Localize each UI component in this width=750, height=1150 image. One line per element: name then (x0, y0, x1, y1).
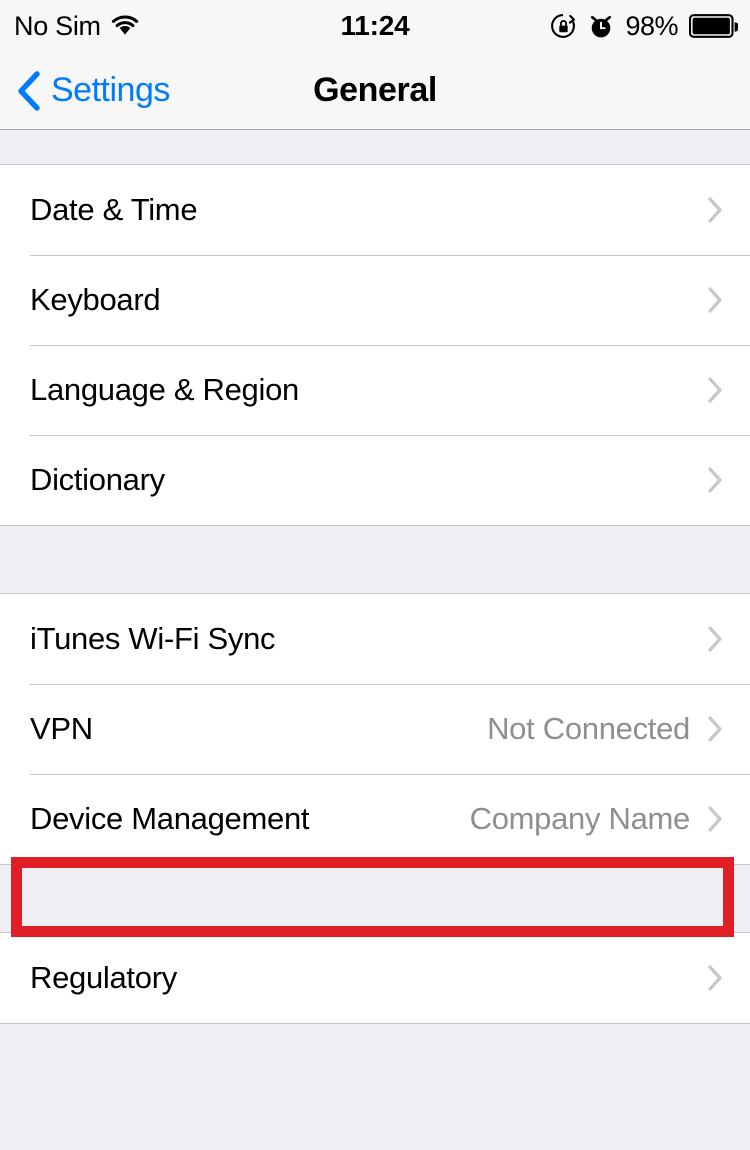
group-regulatory: Regulatory (0, 932, 750, 1024)
row-label: iTunes Wi-Fi Sync (30, 621, 276, 656)
page-title: General (313, 71, 437, 109)
clock-label: 11:24 (340, 10, 410, 41)
row-language-and-region[interactable]: Language & Region (0, 345, 750, 435)
row-accessory (690, 624, 724, 654)
row-itunes-wifi-sync[interactable]: iTunes Wi-Fi Sync (0, 594, 750, 684)
chevron-right-icon (708, 716, 722, 742)
battery-percent-label: 98% (625, 10, 678, 41)
row-regulatory[interactable]: Regulatory (0, 933, 750, 1023)
row-value: Company Name (469, 801, 691, 836)
row-accessory (690, 195, 724, 225)
iphone-screen: Restrictions Off Date & Time (0, 0, 750, 1150)
navigation-bar: Settings General (0, 52, 750, 130)
group-gap (0, 526, 750, 593)
chevron-right-icon (708, 197, 722, 223)
row-accessory (690, 963, 724, 993)
group-locale: Date & Time Keyboard Language & Region D… (0, 164, 750, 526)
chevron-right-icon (708, 467, 722, 493)
row-dictionary[interactable]: Dictionary (0, 435, 750, 525)
row-accessory: Company Name (470, 801, 724, 837)
row-date-and-time[interactable]: Date & Time (0, 165, 750, 255)
chevron-right-icon (708, 626, 722, 652)
row-keyboard[interactable]: Keyboard (0, 255, 750, 345)
settings-table: Restrictions Off Date & Time (0, 52, 750, 1024)
row-label: Date & Time (30, 192, 198, 227)
row-label: Language & Region (30, 372, 299, 407)
battery-full-icon (689, 14, 738, 38)
group-connectivity: iTunes Wi-Fi Sync VPN Not Connected Devi… (0, 593, 750, 865)
row-label: Regulatory (30, 960, 177, 995)
chevron-right-icon (708, 806, 722, 832)
row-label: Dictionary (30, 462, 165, 497)
status-bar-right: 98% (550, 0, 738, 52)
row-label: Keyboard (30, 282, 161, 317)
group-gap (0, 865, 750, 932)
chevron-right-icon (708, 965, 722, 991)
status-bar: No Sim 11:24 98% (0, 0, 750, 52)
row-label: Device Management (30, 801, 310, 836)
row-accessory: Not Connected (487, 711, 724, 747)
rotation-lock-icon (551, 13, 576, 38)
chevron-right-icon (708, 377, 722, 403)
alarm-clock-icon (591, 15, 612, 37)
row-label: VPN (30, 711, 93, 746)
row-accessory (690, 375, 724, 405)
row-accessory (690, 285, 724, 315)
row-value: Not Connected (487, 711, 690, 746)
row-accessory (690, 465, 724, 495)
row-vpn[interactable]: VPN Not Connected (0, 684, 750, 774)
row-device-management[interactable]: Device Management Company Name (0, 774, 750, 864)
chevron-right-icon (708, 287, 722, 313)
